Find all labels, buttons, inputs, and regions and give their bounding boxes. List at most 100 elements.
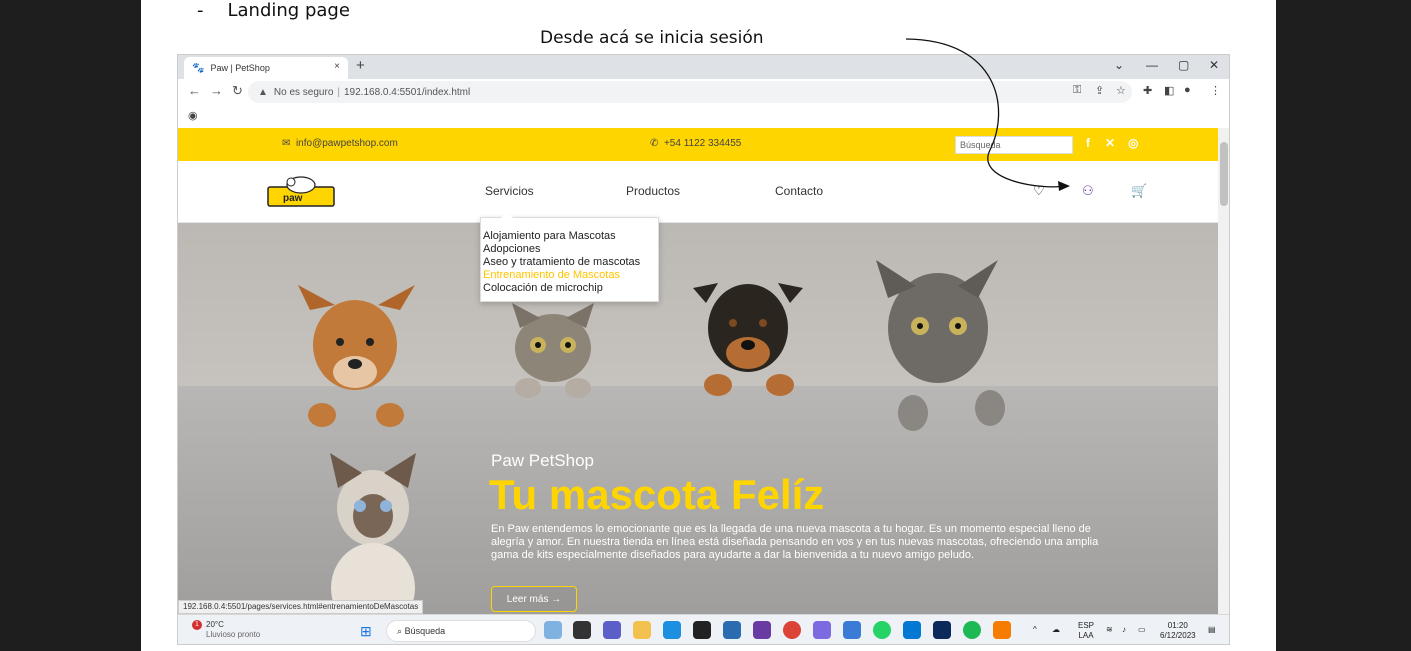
url-text: 192.168.0.4:5501/index.html — [344, 86, 471, 98]
phone-link[interactable]: ✆ +54 1122 334455 — [650, 138, 741, 149]
language-indicator[interactable]: ESP LAA — [1078, 621, 1094, 641]
tab-close-icon[interactable]: × — [334, 61, 340, 72]
volume-icon[interactable]: ♪ — [1122, 625, 1126, 635]
taskbar-search[interactable]: ⌕ Búsqueda — [386, 620, 536, 642]
bookmarks-bar: ◉ — [178, 105, 1229, 127]
dropdown-item-adopciones[interactable]: Adopciones — [483, 243, 658, 256]
extensions-icon[interactable]: ✚ — [1143, 84, 1152, 97]
nav-contacto[interactable]: Contacto — [775, 184, 823, 198]
scroll-thumb[interactable] — [1220, 142, 1228, 206]
tray-chevron-icon[interactable]: ^ — [1033, 625, 1037, 635]
phone-text: +54 1122 334455 — [663, 138, 742, 149]
whatsapp-icon[interactable] — [873, 621, 891, 639]
vscode-icon[interactable] — [903, 621, 921, 639]
file-explorer-icon[interactable] — [633, 621, 651, 639]
website-viewport: ✉ info@pawpetshop.com ✆ +54 1122 334455 … — [178, 128, 1218, 624]
dropdown-caret — [501, 212, 513, 218]
x-twitter-icon[interactable]: ✕ — [1105, 136, 1115, 150]
new-tab-icon[interactable]: + — [356, 57, 365, 74]
browser-window: 🐾 Paw | PetShop × + ⌄ — ▢ ✕ ← → ↻ ▲ No e… — [177, 54, 1230, 645]
globe-icon[interactable]: ◉ — [188, 109, 198, 122]
close-window-icon[interactable]: ✕ — [1209, 58, 1219, 72]
side-panel-icon[interactable]: ◧ — [1164, 84, 1174, 97]
logo-text: paw — [283, 193, 303, 204]
windows-start-icon[interactable]: ⊞ — [360, 623, 372, 640]
maximize-icon[interactable]: ▢ — [1178, 58, 1189, 72]
disney-plus-icon[interactable] — [933, 621, 951, 639]
bullet-dash: - — [197, 0, 204, 21]
browser-tab[interactable]: 🐾 Paw | PetShop × — [184, 57, 348, 79]
read-more-button[interactable]: Leer más → — [491, 586, 577, 612]
xampp-icon[interactable] — [993, 621, 1011, 639]
heart-icon[interactable]: ♡ — [1033, 183, 1045, 199]
warning-icon: ▲ — [258, 86, 268, 98]
page-scrollbar[interactable] — [1218, 128, 1229, 624]
minimize-icon[interactable]: — — [1146, 58, 1158, 72]
weather-text: Lluvioso pronto — [206, 630, 261, 639]
spotify-icon[interactable] — [963, 621, 981, 639]
weather-widget[interactable]: 1 20°C Lluvioso pronto — [192, 620, 261, 640]
widgets-app-icon[interactable] — [544, 621, 562, 639]
vm-app-icon[interactable] — [753, 621, 771, 639]
dog-image — [298, 285, 415, 427]
tab-search-icon[interactable]: ⌄ — [1114, 58, 1124, 72]
nav-servicios[interactable]: Servicios — [485, 184, 534, 198]
task-view-icon[interactable] — [573, 621, 591, 639]
back-icon[interactable]: ← — [188, 83, 201, 98]
menu-icon[interactable]: ⋮ — [1210, 84, 1221, 97]
chrome-icon[interactable] — [783, 621, 801, 639]
weather-temp: 20°C — [206, 620, 224, 629]
main-navbar: paw Servicios Productos Contacto ♡ ⚇ 🛒 — [178, 161, 1218, 223]
user-login-icon[interactable]: ⚇ — [1082, 183, 1094, 199]
onedrive-icon[interactable]: ☁ — [1052, 625, 1060, 635]
address-separator: | — [337, 86, 340, 98]
profile-avatar-icon[interactable]: ● — [1184, 84, 1191, 96]
tiktok-icon[interactable] — [693, 621, 711, 639]
camera-app-icon[interactable] — [843, 621, 861, 639]
hero-description: En Paw entendemos lo emocionante que es … — [491, 523, 1099, 561]
site-search-input[interactable]: Búsqueda — [955, 136, 1073, 154]
address-bar[interactable]: ▲ No es seguro | 192.168.0.4:5501/index.… — [248, 81, 1132, 103]
clock-time: 01:20 — [1167, 621, 1188, 630]
battery-icon[interactable]: ▭ — [1138, 625, 1146, 635]
login-annotation: Desde acá se inicia sesión — [540, 28, 764, 48]
link-status-bar: 192.168.0.4:5501/pages/services.html#ent… — [178, 600, 424, 614]
reload-icon[interactable]: ↻ — [232, 83, 243, 99]
wifi-icon[interactable]: ≋ — [1106, 625, 1113, 635]
edge-icon[interactable] — [663, 621, 681, 639]
hero-headline: Tu mascota Felíz — [489, 471, 825, 518]
copilot-icon[interactable] — [813, 621, 831, 639]
dropdown-item-aseo[interactable]: Aseo y tratamiento de mascotas — [483, 256, 658, 269]
notifications-icon[interactable]: ▤ — [1208, 625, 1216, 635]
teams-icon[interactable] — [603, 621, 621, 639]
email-link[interactable]: ✉ info@pawpetshop.com — [282, 138, 398, 149]
tab-strip: 🐾 Paw | PetShop × + ⌄ — ▢ ✕ — [178, 55, 1229, 79]
gray-cat-image — [876, 260, 1005, 431]
mail-icon: ✉ — [282, 138, 291, 149]
services-dropdown: Alojamiento para Mascotas Adopciones Ase… — [480, 212, 659, 302]
key-icon[interactable]: ⚿ — [1073, 84, 1081, 97]
taskbar-search-text: Búsqueda — [404, 626, 446, 636]
clock[interactable]: 01:20 6/12/2023 — [1160, 621, 1196, 641]
instagram-icon[interactable]: ◎ — [1128, 136, 1138, 150]
forward-icon[interactable]: → — [210, 83, 223, 98]
store-icon[interactable] — [723, 621, 741, 639]
windows-taskbar: 1 20°C Lluvioso pronto ⊞ ⌕ Búsqueda ^ ☁ … — [178, 614, 1229, 644]
weather-badge: 1 — [192, 620, 202, 630]
siamese-cat-image — [330, 453, 416, 624]
cart-icon[interactable]: 🛒 — [1131, 183, 1147, 199]
tab-title: Paw | PetShop — [210, 63, 270, 73]
star-icon[interactable]: ☆ — [1116, 84, 1126, 97]
email-text: info@pawpetshop.com — [295, 138, 398, 149]
bullet-text: Landing page — [227, 0, 350, 21]
dropdown-item-entrenamiento[interactable]: Entrenamiento de Mascotas — [483, 269, 658, 282]
document-bullet: - Landing page — [197, 0, 350, 21]
dropdown-item-alojamiento[interactable]: Alojamiento para Mascotas — [483, 230, 658, 243]
contact-topbar: ✉ info@pawpetshop.com ✆ +54 1122 334455 … — [178, 128, 1218, 161]
facebook-icon[interactable]: f — [1086, 136, 1090, 150]
clock-date: 6/12/2023 — [1160, 631, 1196, 640]
dropdown-item-microchip[interactable]: Colocación de microchip — [483, 282, 658, 295]
share-icon[interactable]: ⇪ — [1095, 84, 1104, 97]
nav-productos[interactable]: Productos — [626, 184, 680, 198]
paw-logo[interactable]: paw — [267, 173, 335, 207]
